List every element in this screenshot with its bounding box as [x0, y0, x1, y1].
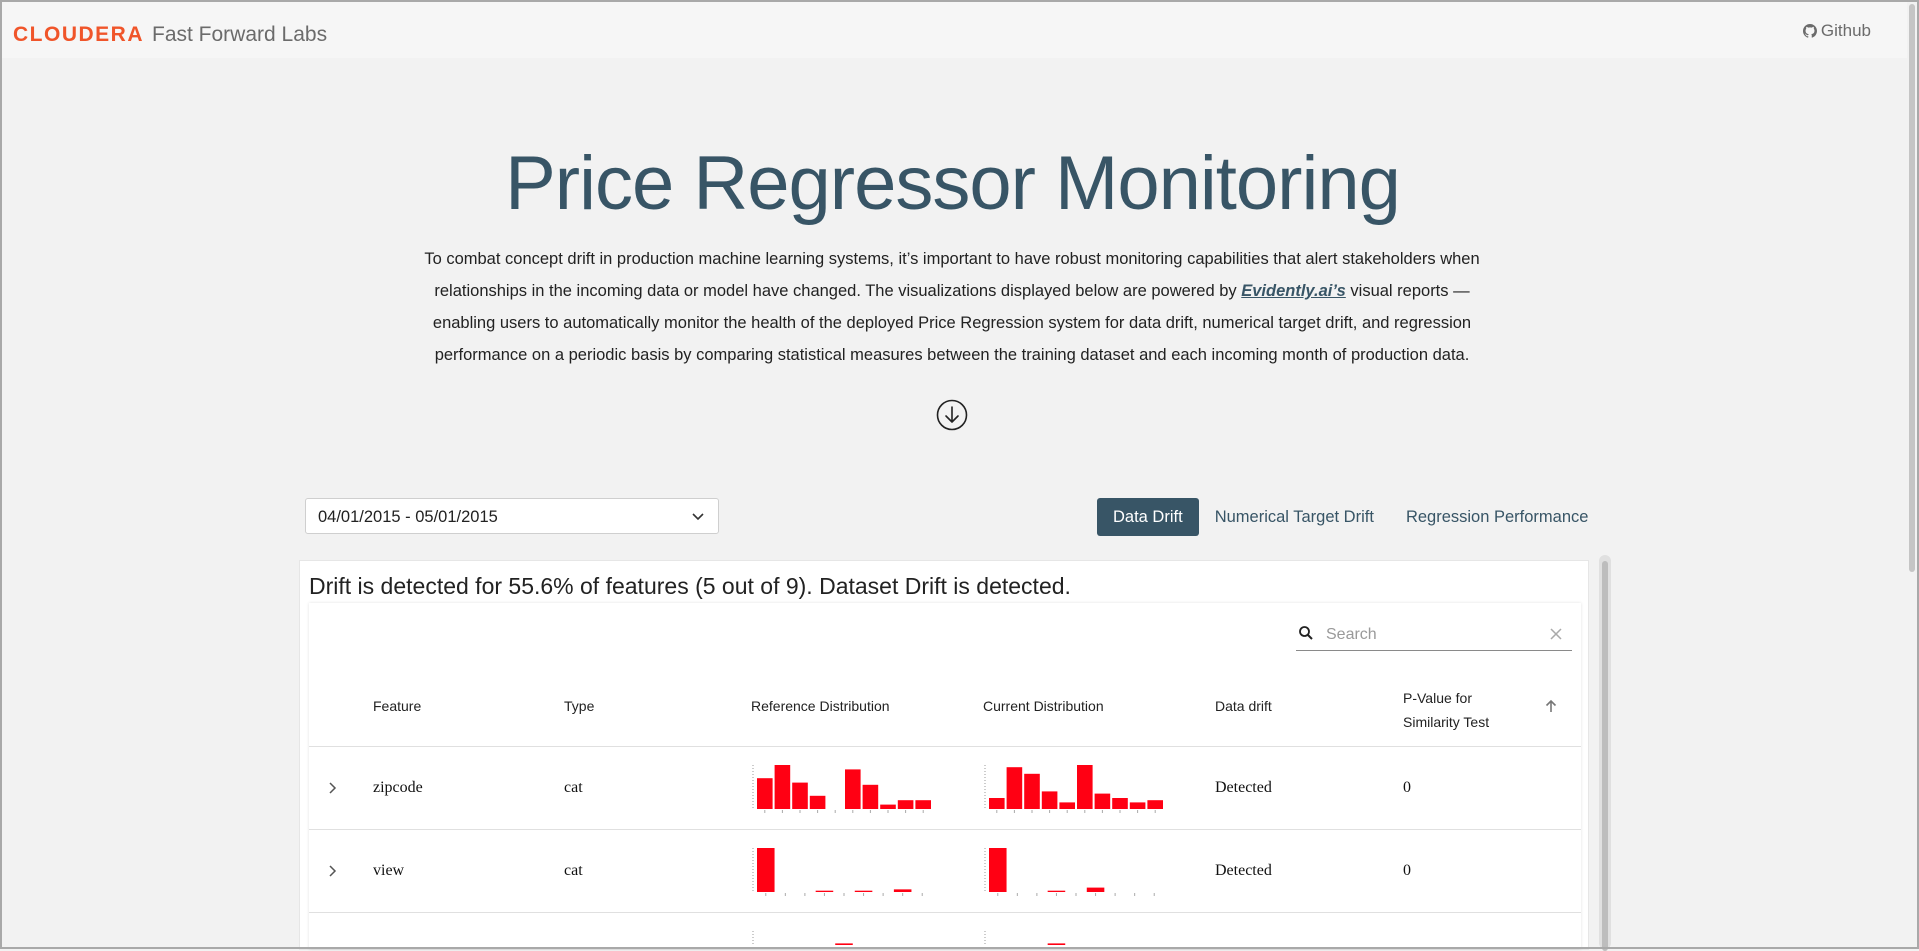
histogram-bar — [915, 800, 931, 809]
current-distribution-chart — [984, 765, 1163, 813]
feature-type: cat — [564, 779, 583, 796]
top-navbar: CLOUDERA Fast Forward Labs Github — [2, 2, 1907, 58]
report-tabs: Data Drift Numerical Target Drift Regres… — [1097, 498, 1604, 536]
histogram-bar — [757, 778, 773, 809]
period-select-value: 04/01/2015 - 05/01/2015 — [318, 508, 498, 526]
histogram-bar — [893, 889, 912, 892]
histogram-bar — [1086, 887, 1105, 892]
col-header-feature[interactable]: Feature — [373, 698, 421, 714]
col-header-pvalue-line2: Similarity Test — [1403, 714, 1490, 730]
histogram-bar — [757, 848, 775, 892]
histogram-bar — [792, 782, 808, 809]
drift-table-card — [309, 603, 1581, 949]
chevron-down-icon — [692, 513, 704, 521]
evidently-link[interactable]: Evidently.ai’s — [1241, 282, 1346, 300]
histogram-bar — [1112, 798, 1128, 809]
expand-row-icon[interactable] — [326, 864, 340, 878]
expand-row-icon[interactable] — [326, 781, 340, 795]
histogram-bar — [1041, 791, 1058, 809]
histogram-bar — [880, 804, 896, 809]
tab-numerical-target-drift[interactable]: Numerical Target Drift — [1199, 498, 1390, 536]
col-header-current[interactable]: Current Distribution — [983, 698, 1104, 714]
col-header-reference[interactable]: Reference Distribution — [751, 698, 890, 714]
search-icon — [1299, 626, 1313, 640]
histogram-bar — [989, 798, 1005, 809]
current-distribution-chart — [984, 848, 1155, 896]
reference-distribution-chart — [752, 931, 853, 945]
github-icon — [1802, 24, 1817, 38]
histogram-bar — [1047, 890, 1066, 892]
tab-data-drift[interactable]: Data Drift — [1097, 498, 1199, 536]
histogram-bar — [1059, 802, 1075, 809]
reference-distribution-chart — [752, 848, 923, 896]
current-distribution-chart — [984, 931, 1066, 945]
search-input[interactable] — [1324, 623, 1528, 647]
histogram-bar — [774, 765, 791, 809]
feature-name: zipcode — [373, 779, 423, 796]
histogram-bar — [1024, 773, 1040, 809]
reference-distribution-chart — [752, 765, 931, 813]
histogram-bar — [1147, 800, 1163, 809]
col-header-pvalue-line1: P-Value for — [1403, 690, 1472, 706]
fast-forward-labs-text: Fast Forward Labs — [152, 23, 328, 46]
histogram-bar — [1006, 767, 1023, 809]
period-select[interactable]: 04/01/2015 - 05/01/2015 — [305, 498, 719, 534]
histogram-bar — [1077, 765, 1093, 809]
histogram-bar — [1094, 793, 1111, 809]
report-scrollbar[interactable] — [1599, 555, 1611, 951]
intro-paragraph: To combat concept drift in production ma… — [418, 243, 1486, 371]
row-divider — [309, 829, 1581, 830]
github-link[interactable]: Github — [1802, 21, 1871, 41]
histogram-bar — [845, 769, 861, 809]
histogram-bar — [809, 795, 826, 809]
histogram-bar — [862, 784, 879, 809]
feature-name: view — [373, 862, 405, 879]
histogram-bar — [989, 848, 1007, 892]
col-header-type[interactable]: Type — [564, 698, 594, 714]
histogram-bar — [1129, 802, 1146, 809]
page-title: Price Regressor Monitoring — [505, 141, 1401, 226]
drift-status: Detected — [1215, 862, 1272, 879]
brand-logo[interactable]: CLOUDERA Fast Forward Labs — [13, 23, 327, 47]
p-value: 0 — [1403, 779, 1411, 796]
feature-type: cat — [564, 862, 583, 879]
clear-search-icon[interactable] — [1550, 628, 1562, 640]
histogram-bar — [1047, 943, 1066, 945]
header-divider — [309, 746, 1581, 747]
page-scrollbar[interactable] — [1908, 2, 1916, 947]
search-box — [1296, 620, 1572, 651]
sort-arrow-up-icon[interactable] — [1544, 699, 1558, 713]
histogram-bar — [835, 943, 853, 945]
histogram-bar — [815, 890, 834, 892]
drift-status: Detected — [1215, 779, 1272, 796]
tab-regression-performance[interactable]: Regression Performance — [1390, 498, 1605, 536]
github-label: Github — [1820, 21, 1871, 40]
histogram-bar — [854, 890, 873, 892]
drift-summary: Drift is detected for 55.6% of features … — [309, 573, 1071, 599]
col-header-pvalue[interactable]: P-Value for Similarity Test — [1403, 686, 1489, 734]
cloudera-logo-text: CLOUDERA — [13, 23, 144, 46]
scroll-down-icon[interactable] — [936, 399, 968, 431]
histogram-bar — [897, 800, 914, 809]
p-value: 0 — [1403, 862, 1411, 879]
col-header-drift[interactable]: Data drift — [1215, 698, 1272, 714]
row-divider — [309, 912, 1581, 913]
